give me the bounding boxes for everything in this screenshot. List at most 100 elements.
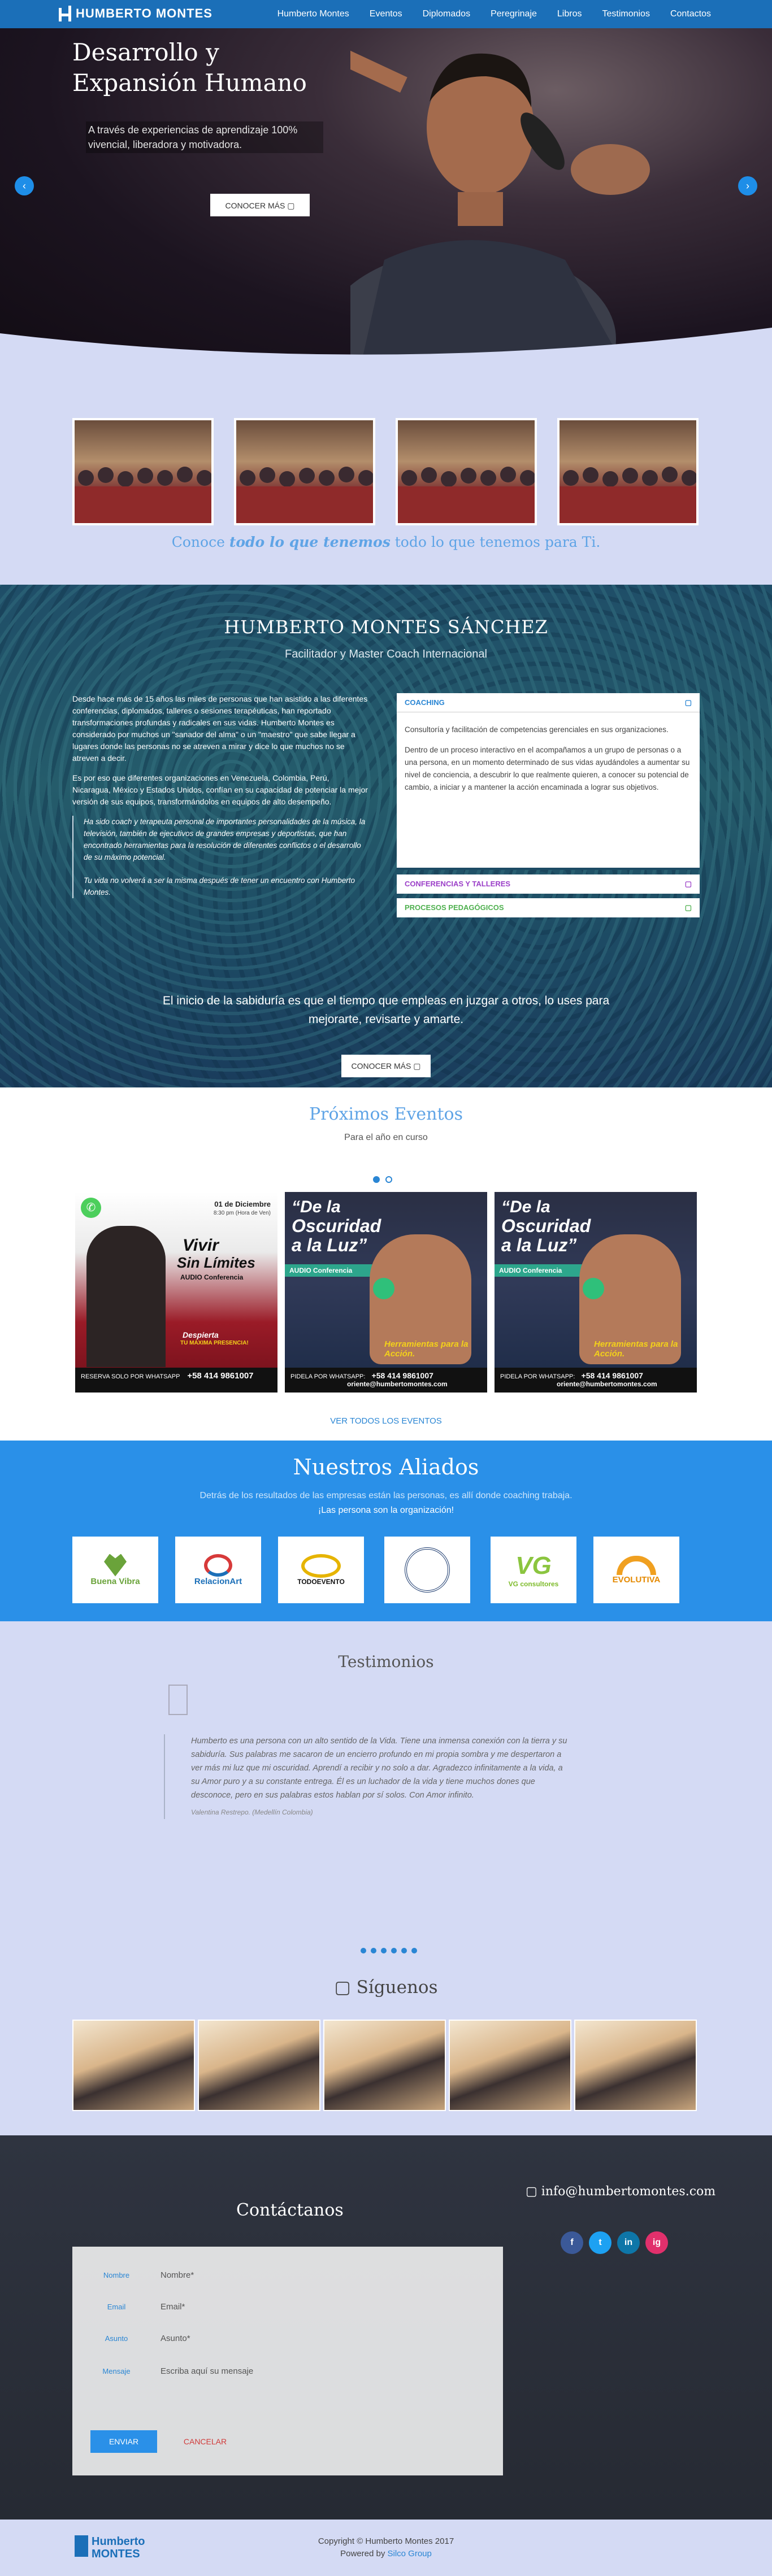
microphone-icon bbox=[583, 1278, 604, 1299]
gallery-photo[interactable] bbox=[234, 418, 375, 525]
ring-icon bbox=[301, 1554, 341, 1578]
twitter-icon[interactable]: t bbox=[589, 2231, 611, 2254]
carousel-dot[interactable] bbox=[373, 1176, 380, 1183]
poster-email: oriente@humbertomontes.com bbox=[557, 1380, 657, 1388]
form-row-email: Email Email* bbox=[72, 2295, 503, 2318]
copyright-text: Copyright © Humberto Montes 2017 bbox=[318, 2536, 454, 2546]
ally-name: RelacionArt bbox=[194, 1576, 242, 1586]
powered-by-text: Powered by bbox=[340, 2549, 388, 2558]
ver-todos-eventos-link[interactable]: VER TODOS LOS EVENTOS bbox=[0, 1416, 772, 1426]
social-links: f t in ig bbox=[561, 2231, 668, 2254]
hero-subtitle: A través de experiencias de aprendizaje … bbox=[86, 121, 323, 153]
ally-logo-seal[interactable] bbox=[384, 1537, 470, 1603]
carousel-dot[interactable] bbox=[385, 1176, 392, 1183]
about-section: HUMBERTO MONTES SÁNCHEZ Facilitador y Ma… bbox=[0, 585, 772, 1087]
instagram-photo[interactable] bbox=[323, 2020, 446, 2111]
smile-icon bbox=[204, 1554, 232, 1577]
carousel-dot[interactable] bbox=[391, 1948, 397, 1953]
arc-icon bbox=[617, 1555, 656, 1575]
facebook-icon[interactable]: f bbox=[561, 2231, 583, 2254]
testimonial: Humberto es una persona con un alto sent… bbox=[164, 1734, 569, 1819]
ally-logo-todoevento[interactable]: TODOEVENTO bbox=[278, 1537, 364, 1603]
ally-logo-vg-consultores[interactable]: VG VG consultores bbox=[491, 1537, 576, 1603]
testimonios-section: Testimonios Humberto es una persona con … bbox=[0, 1621, 772, 2135]
mobile-icon: ▢ bbox=[526, 2185, 537, 2199]
poster-time: 8:30 pm (Hora de Ven) bbox=[213, 1210, 271, 1216]
bio-paragraph: Es por eso que diferentes organizaciones… bbox=[72, 773, 368, 806]
allies-section: Nuestros Aliados Detrás de los resultado… bbox=[0, 1441, 772, 1621]
hero-conocer-mas-button[interactable]: CONOCER MÁS ▢ bbox=[210, 194, 310, 216]
event-poster-oscuridad-luz[interactable]: “De la Oscuridad a la Luz” AUDIO Confere… bbox=[495, 1192, 697, 1393]
instagram-photo[interactable] bbox=[449, 2020, 571, 2111]
contact-title: Contáctanos bbox=[236, 2200, 344, 2220]
carousel-dot[interactable] bbox=[371, 1948, 376, 1953]
toggle-icon: ▢ bbox=[684, 698, 692, 707]
logo-mark-icon bbox=[59, 6, 71, 21]
about-conocer-mas-button[interactable]: CONOCER MÁS ▢ bbox=[341, 1055, 431, 1077]
email-input[interactable]: Email* bbox=[161, 2302, 185, 2312]
nav-item-eventos[interactable]: Eventos bbox=[359, 0, 413, 28]
events-subtitle: Para el año en curso bbox=[344, 1133, 428, 1142]
carousel-dot[interactable] bbox=[381, 1948, 387, 1953]
hero-next-arrow-icon[interactable]: › bbox=[738, 176, 757, 195]
asunto-label: Asunto bbox=[105, 2334, 128, 2343]
accordion-text: Consultoría y facilitación de competenci… bbox=[405, 725, 669, 734]
accordion-coaching-header[interactable]: COACHING ▢ bbox=[397, 693, 700, 712]
bio-quote-text: Tu vida no volverá a ser la misma despué… bbox=[84, 876, 355, 897]
hero-prev-arrow-icon[interactable]: ‹ bbox=[15, 176, 34, 195]
allies-sub-line: ¡Las persona son la organización! bbox=[318, 1505, 454, 1515]
accordion-conferencias-header[interactable]: CONFERENCIAS Y TALLERES ▢ bbox=[397, 874, 700, 894]
nombre-input[interactable]: Nombre* bbox=[161, 2270, 194, 2280]
instagram-icon[interactable]: ig bbox=[645, 2231, 668, 2254]
event-poster-vivir-sin-limites[interactable]: ✆ 01 de Diciembre 8:30 pm (Hora de Ven) … bbox=[75, 1192, 277, 1393]
carousel-dot[interactable] bbox=[411, 1948, 417, 1953]
hero-banner: Desarrollo y Expansión Humano A través d… bbox=[0, 0, 772, 362]
nav-item-testimonios[interactable]: Testimonios bbox=[592, 0, 660, 28]
testimonial-text: Humberto es una persona con un alto sent… bbox=[191, 1737, 567, 1800]
bio-paragraph: Desde hace más de 15 años las miles de p… bbox=[72, 694, 368, 763]
form-row-nombre: Nombre Nombre* bbox=[72, 2264, 503, 2286]
wisdom-quote-line: El inicio de la sabiduría es que el tiem… bbox=[162, 994, 610, 1007]
instagram-photo[interactable] bbox=[574, 2020, 697, 2111]
instagram-photo[interactable] bbox=[72, 2020, 195, 2111]
ally-logo-evolutiva[interactable]: EVOLUTIVA bbox=[593, 1537, 679, 1603]
gallery-photo[interactable] bbox=[557, 418, 699, 525]
poster-footer-strip: PIDELA POR WHATSAPP: +58 414 9861007 ori… bbox=[495, 1368, 697, 1393]
brand-logo[interactable]: HUMBERTO MONTES bbox=[59, 6, 212, 21]
ally-logo-buena-vibra[interactable]: Buena Vibra bbox=[72, 1537, 158, 1603]
nav-item-libros[interactable]: Libros bbox=[547, 0, 592, 28]
poster-date: 01 de Diciembre bbox=[214, 1200, 271, 1208]
silco-group-link[interactable]: Silco Group bbox=[388, 2549, 432, 2558]
hero-title-line2: Expansión Humano bbox=[72, 69, 307, 97]
poster-title-line2: Oscuridad bbox=[501, 1216, 591, 1236]
cancel-button[interactable]: CANCELAR bbox=[172, 2430, 238, 2453]
instagram-icon: ▢ bbox=[334, 1977, 351, 1998]
carousel-dot[interactable] bbox=[361, 1948, 366, 1953]
caption-emphasis: todo lo que tenemos bbox=[229, 534, 391, 550]
caption-pre: Conoce bbox=[171, 534, 229, 550]
carousel-dot[interactable] bbox=[401, 1948, 407, 1953]
nav-item-contactos[interactable]: Contactos bbox=[660, 0, 721, 28]
send-button[interactable]: ENVIAR bbox=[90, 2430, 157, 2453]
poster-phone: +58 414 9861007 bbox=[581, 1371, 643, 1380]
nav-item-diplomados[interactable]: Diplomados bbox=[413, 0, 480, 28]
linkedin-icon[interactable]: in bbox=[617, 2231, 640, 2254]
contact-email[interactable]: ▢ info@humbertomontes.com bbox=[526, 2185, 715, 2199]
allies-subtitle: Detrás de los resultados de las empresas… bbox=[0, 1489, 772, 1518]
gallery-photo[interactable] bbox=[72, 418, 214, 525]
mensaje-textarea[interactable]: Escriba aquí su mensaje bbox=[161, 2366, 253, 2376]
poster-footer-strip: PIDELA POR WHATSAPP: +58 414 9861007 ori… bbox=[285, 1368, 487, 1393]
contact-email-text: info@humbertomontes.com bbox=[541, 2185, 716, 2199]
poster-phone: +58 414 9861007 bbox=[187, 1371, 254, 1381]
hero-cta-label: CONOCER MÁS bbox=[225, 201, 285, 210]
event-poster-oscuridad-luz[interactable]: “De la Oscuridad a la Luz” AUDIO Confere… bbox=[285, 1192, 487, 1393]
contact-section: Contáctanos ▢ info@humbertomontes.com f … bbox=[0, 2135, 772, 2520]
about-title: HUMBERTO MONTES SÁNCHEZ bbox=[224, 616, 548, 638]
nav-item-humberto-montes[interactable]: Humberto Montes bbox=[267, 0, 359, 28]
accordion-procesos-header[interactable]: PROCESOS PEDAGÓGICOS ▢ bbox=[397, 898, 700, 917]
ally-logo-relacionart[interactable]: RelacionArt bbox=[175, 1537, 261, 1603]
nav-item-peregrinaje[interactable]: Peregrinaje bbox=[480, 0, 547, 28]
instagram-photo[interactable] bbox=[198, 2020, 320, 2111]
gallery-photo[interactable] bbox=[396, 418, 537, 525]
asunto-input[interactable]: Asunto* bbox=[161, 2334, 190, 2343]
